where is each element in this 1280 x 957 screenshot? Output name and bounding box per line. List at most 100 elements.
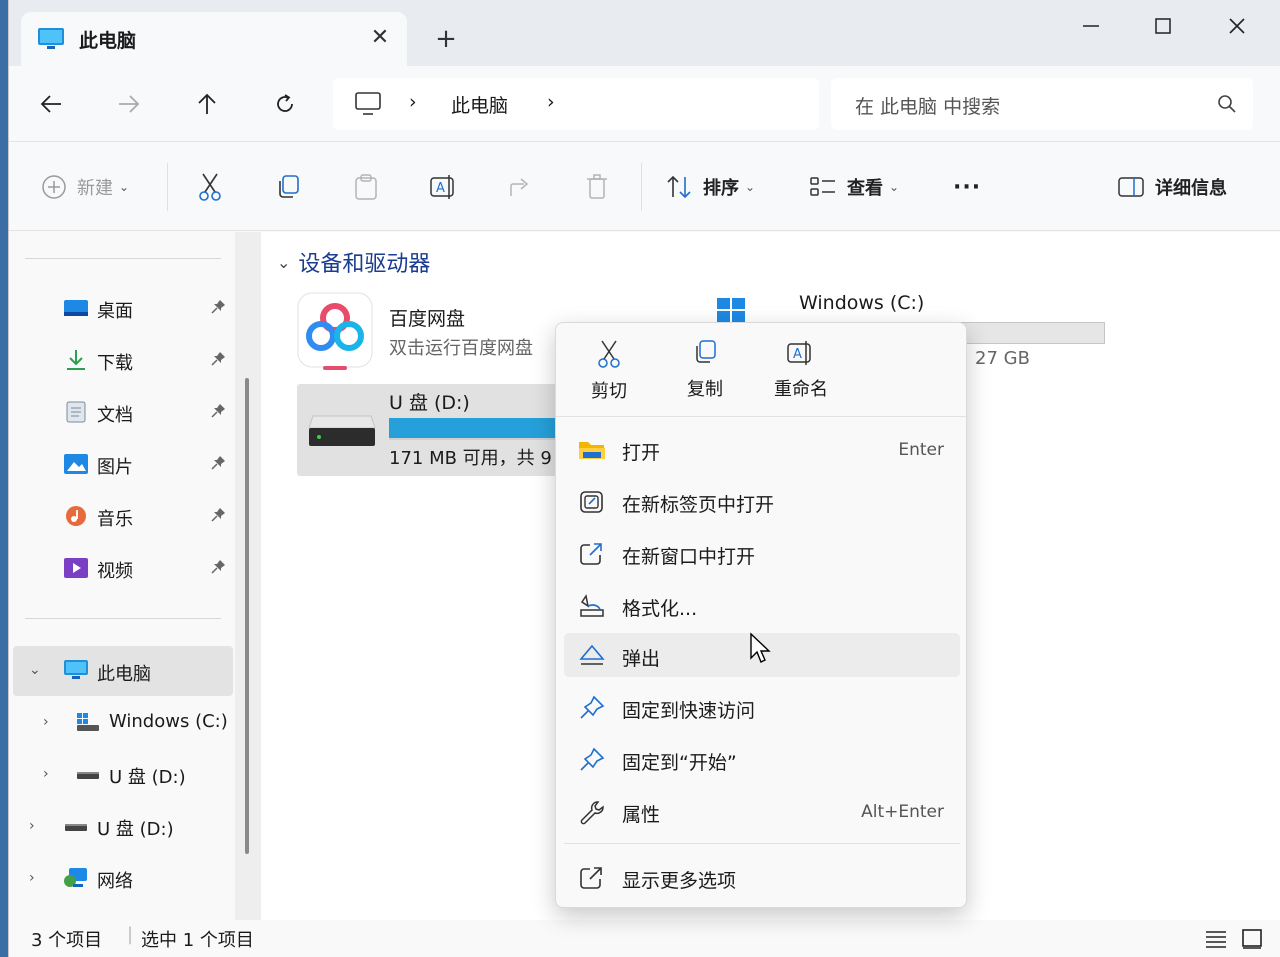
title-bar: 此电脑 ✕ +	[9, 0, 1280, 66]
context-copy-button[interactable]: 复制	[660, 339, 750, 409]
menu-item-properties[interactable]: 属性 Alt+Enter	[564, 789, 960, 833]
menu-item-shortcut: Alt+Enter	[861, 802, 944, 822]
sidebar-scrollbar[interactable]	[235, 232, 261, 920]
sidebar-item-usb-d-child[interactable]: › U 盘 (D:)	[9, 752, 239, 796]
scrollbar-thumb[interactable]	[245, 378, 249, 854]
navigation-bar: › 此电脑 › 在 此电脑 中搜索	[9, 66, 1280, 142]
chevron-right-icon[interactable]: ›	[29, 818, 35, 834]
view-button[interactable]: 查看 ⌄	[809, 169, 899, 205]
refresh-button[interactable]	[265, 84, 305, 124]
address-bar[interactable]: › 此电脑 ›	[333, 78, 819, 130]
back-button[interactable]	[31, 84, 71, 124]
chevron-down-icon[interactable]: ⌄	[29, 662, 41, 678]
menu-item-label: 弹出	[622, 648, 661, 670]
chevron-right-icon[interactable]: ›	[29, 870, 35, 886]
monitor-icon	[38, 28, 64, 49]
menu-item-pin-start[interactable]: 固定到“开始”	[564, 737, 960, 781]
tile-baidu-netdisk[interactable]: 百度网盘 双击运行百度网盘	[297, 292, 557, 374]
sidebar-item-label: 此电脑	[97, 664, 151, 685]
sidebar-item-downloads[interactable]: 下载	[9, 338, 239, 382]
menu-item-open-new-window[interactable]: 在新窗口中打开	[564, 531, 960, 575]
delete-button[interactable]	[585, 169, 609, 205]
minimize-button[interactable]	[1063, 8, 1119, 44]
maximize-button[interactable]	[1135, 8, 1191, 44]
tile-free-space: 171 MB 可用，共 9	[389, 448, 552, 469]
breadcrumb-separator[interactable]: ›	[547, 91, 555, 113]
menu-item-open[interactable]: 打开 Enter	[564, 427, 960, 471]
close-window-button[interactable]	[1209, 8, 1265, 44]
sidebar-item-label: 图片	[97, 457, 133, 478]
search-placeholder[interactable]: 在 此电脑 中搜索	[855, 92, 1000, 119]
usb-drive-icon	[77, 772, 99, 779]
paste-button[interactable]	[353, 169, 379, 205]
search-box[interactable]: 在 此电脑 中搜索	[831, 78, 1253, 130]
context-menu-quick-actions: 剪切 复制 A 重命名	[556, 323, 968, 417]
music-icon	[66, 506, 86, 526]
pin-icon	[211, 560, 225, 574]
chevron-right-icon[interactable]: ›	[43, 766, 49, 782]
tab-this-pc[interactable]: 此电脑 ✕	[21, 12, 407, 66]
sidebar-item-music[interactable]: 音乐	[9, 494, 239, 538]
tile-usb-d[interactable]: U 盘 (D:) 171 MB 可用，共 9	[297, 384, 597, 476]
forward-button[interactable]	[109, 84, 149, 124]
menu-item-show-more-options[interactable]: 显示更多选项	[564, 855, 960, 899]
menu-item-format[interactable]: 格式化...	[564, 583, 960, 627]
group-header-devices[interactable]: ⌄ 设备和驱动器	[277, 246, 430, 278]
usb-drive-icon	[65, 824, 87, 831]
show-more-icon	[580, 867, 602, 889]
divider	[25, 618, 221, 619]
sidebar-item-documents[interactable]: 文档	[9, 390, 239, 434]
details-view-icon[interactable]	[1205, 929, 1227, 949]
svg-text:A: A	[793, 347, 802, 362]
rename-label: 重命名	[774, 379, 828, 400]
group-title: 设备和驱动器	[298, 252, 431, 277]
tiles-view-icon[interactable]	[1241, 928, 1263, 950]
copy-icon	[279, 175, 299, 198]
sidebar-item-videos[interactable]: 视频	[9, 546, 239, 590]
cut-label: 剪切	[591, 381, 627, 402]
up-button[interactable]	[187, 84, 227, 124]
breadcrumb-this-pc[interactable]: 此电脑	[451, 91, 508, 118]
chevron-right-icon[interactable]: ›	[43, 714, 49, 730]
context-rename-button[interactable]: A 重命名	[756, 339, 846, 409]
rename-button[interactable]: A	[429, 169, 459, 205]
details-pane-button[interactable]: 详细信息	[1117, 169, 1227, 205]
computer-icon	[355, 92, 381, 115]
new-tab-button[interactable]: +	[431, 24, 461, 54]
pictures-icon	[64, 454, 88, 474]
share-button[interactable]	[507, 169, 533, 205]
usb-drive-icon	[308, 415, 376, 446]
copy-button[interactable]	[275, 169, 301, 205]
tab-close-icon[interactable]: ✕	[367, 25, 393, 51]
context-cut-button[interactable]: 剪切	[564, 339, 654, 409]
pin-icon	[211, 508, 225, 522]
sidebar-item-label: 音乐	[97, 509, 133, 530]
view-label: 查看	[847, 178, 883, 199]
sidebar-item-desktop[interactable]: 桌面	[9, 286, 239, 330]
pin-icon	[211, 300, 225, 314]
desktop-icon	[64, 300, 88, 316]
open-new-tab-icon	[580, 491, 603, 513]
breadcrumb-separator[interactable]: ›	[409, 91, 417, 113]
sort-button[interactable]: 排序 ⌄	[665, 169, 755, 205]
menu-item-open-new-tab[interactable]: 在新标签页中打开	[564, 479, 960, 523]
menu-item-label: 固定到“开始”	[622, 752, 737, 774]
new-button[interactable]: 新建 ⌄	[41, 169, 129, 205]
sidebar-item-network[interactable]: › 网络	[9, 856, 239, 900]
sidebar-item-label: 下载	[97, 353, 133, 374]
pin-icon	[580, 695, 605, 719]
copy-label: 复制	[687, 379, 723, 400]
sidebar-item-this-pc[interactable]: ⌄ 此电脑	[13, 646, 233, 696]
rename-icon: A	[787, 341, 811, 365]
sidebar-item-usb-d[interactable]: › U 盘 (D:)	[9, 804, 239, 848]
divider	[25, 258, 221, 259]
sidebar-item-windows-c[interactable]: › Windows (C:)	[9, 700, 239, 744]
cut-button[interactable]	[197, 169, 223, 205]
network-icon	[64, 868, 87, 887]
more-options-button[interactable]: ···	[953, 169, 981, 205]
more-icon: ···	[953, 174, 982, 200]
divider: |	[127, 924, 134, 945]
navigation-pane: 桌面 下载 文档 图片 音乐 视频 ⌄ 此电脑 › Windows (C:) ›…	[9, 232, 261, 920]
sidebar-item-pictures[interactable]: 图片	[9, 442, 239, 486]
menu-item-pin-quick-access[interactable]: 固定到快速访问	[564, 685, 960, 729]
